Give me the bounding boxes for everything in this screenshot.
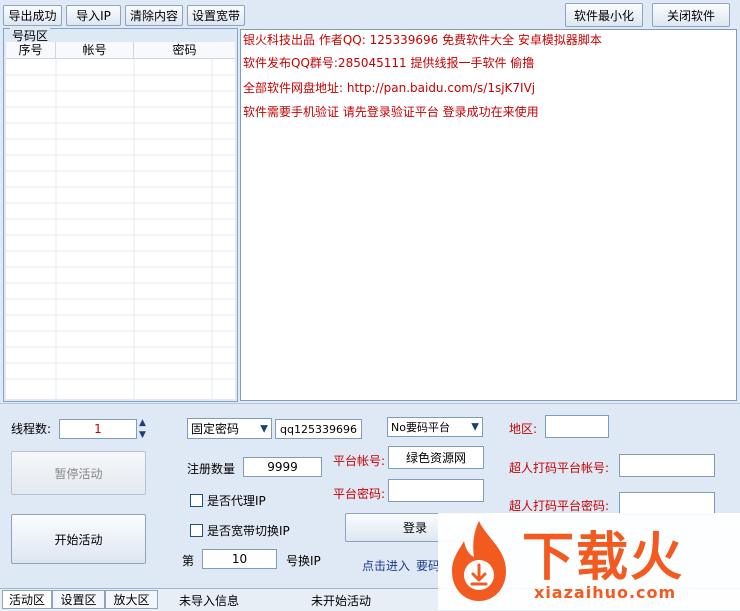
password-mode-select[interactable]: 固定密码 ▼ — [187, 418, 272, 439]
log-line: 软件需要手机验证 请先登录验证平台 登录成功在来使用 — [243, 105, 539, 119]
column-header-password[interactable]: 密码 — [134, 42, 235, 58]
region-input[interactable] — [545, 415, 609, 438]
captcha-password-label: 超人打码平台密码: — [509, 499, 610, 513]
minimize-button[interactable]: 软件最小化 — [565, 3, 643, 27]
number-area-group: 号码区 序号 帐号 密码 — [3, 27, 238, 402]
password-input[interactable]: qq125339696 — [275, 419, 362, 439]
column-header-index[interactable]: 序号 — [6, 42, 56, 58]
use-proxy-label: 是否代理IP — [207, 494, 266, 508]
checkbox-box[interactable] — [190, 524, 203, 537]
platform-password-label: 平台密码: — [333, 487, 386, 501]
broadband-switch-checkbox[interactable]: 是否宽带切换IP — [190, 522, 290, 539]
log-line: 银火科技出品 作者QQ: 125339696 免费软件大全 安卓模拟器脚本 — [243, 33, 602, 47]
platform-select-value: No要码平台 — [391, 421, 450, 434]
log-line: 全部软件网盘地址: http://pan.baidu.com/s/1sjK7IV… — [243, 81, 536, 95]
table-grid-lines — [6, 59, 235, 399]
watermark-overlay: 下载火 xiazaihuo.com — [438, 513, 740, 610]
flame-logo-icon — [452, 521, 506, 601]
code-link[interactable]: 要码 — [416, 557, 440, 574]
platform-account-label: 平台帐号: — [333, 454, 386, 468]
captcha-account-input[interactable] — [619, 454, 715, 477]
checkbox-box[interactable] — [190, 494, 203, 507]
broadband-switch-label: 是否宽带切换IP — [207, 524, 290, 538]
chevron-down-icon[interactable]: ▼ — [260, 423, 268, 434]
register-count-input[interactable]: 9999 — [243, 457, 322, 477]
switch-prefix-label: 第 — [182, 554, 195, 568]
tab-zoom[interactable]: 放大区 — [105, 590, 158, 609]
export-success-button[interactable]: 导出成功 — [3, 5, 62, 26]
activity-status: 未开始活动 — [311, 594, 372, 608]
import-ip-button[interactable]: 导入IP — [66, 5, 121, 26]
threads-spinner[interactable]: ▲ ▼ — [139, 418, 152, 440]
log-output[interactable]: 银火科技出品 作者QQ: 125339696 免费软件大全 安卓模拟器脚本 软件… — [240, 29, 737, 401]
spinner-up-icon[interactable]: ▲ — [139, 418, 152, 428]
region-label: 地区: — [509, 422, 538, 436]
password-mode-value: 固定密码 — [191, 422, 240, 436]
platform-password-input[interactable] — [388, 479, 484, 502]
click-enter-link[interactable]: 点击进入 — [362, 557, 410, 574]
log-line: 软件发布QQ群号:285045111 提供线报一手软件 偷撸 — [243, 56, 535, 70]
number-table-body[interactable] — [6, 59, 235, 399]
captcha-password-input[interactable] — [619, 492, 715, 515]
threads-label: 线程数: — [11, 422, 52, 436]
threads-input[interactable]: 1 — [59, 419, 137, 439]
spinner-down-icon[interactable]: ▼ — [139, 430, 152, 440]
use-proxy-checkbox[interactable]: 是否代理IP — [190, 492, 266, 509]
tab-activity[interactable]: 活动区 — [2, 590, 52, 609]
platform-account-input[interactable]: 绿色资源网 — [388, 446, 484, 469]
close-button[interactable]: 关闭软件 — [652, 3, 730, 27]
watermark-brand: 下载火 — [522, 528, 685, 588]
column-header-account[interactable]: 帐号 — [56, 42, 134, 58]
switch-interval-input[interactable]: 10 — [202, 549, 277, 569]
register-count-label: 注册数量 — [187, 462, 236, 476]
pause-activity-button[interactable]: 暂停活动 — [11, 451, 146, 495]
watermark-site: xiazaihuo.com — [534, 583, 677, 602]
clear-content-button[interactable]: 清除内容 — [125, 5, 183, 26]
import-info-status: 未导入信息 — [179, 594, 240, 608]
switch-suffix-label: 号换IP — [286, 554, 321, 568]
start-activity-button[interactable]: 开始活动 — [11, 514, 146, 564]
number-table-header: 序号 帐号 密码 — [6, 42, 235, 59]
tab-settings[interactable]: 设置区 — [52, 590, 105, 609]
chevron-down-icon[interactable]: ▼ — [471, 422, 479, 433]
platform-select[interactable]: No要码平台 ▼ — [387, 417, 483, 437]
captcha-account-label: 超人打码平台帐号: — [509, 461, 610, 475]
set-broadband-button[interactable]: 设置宽带 — [187, 5, 245, 26]
